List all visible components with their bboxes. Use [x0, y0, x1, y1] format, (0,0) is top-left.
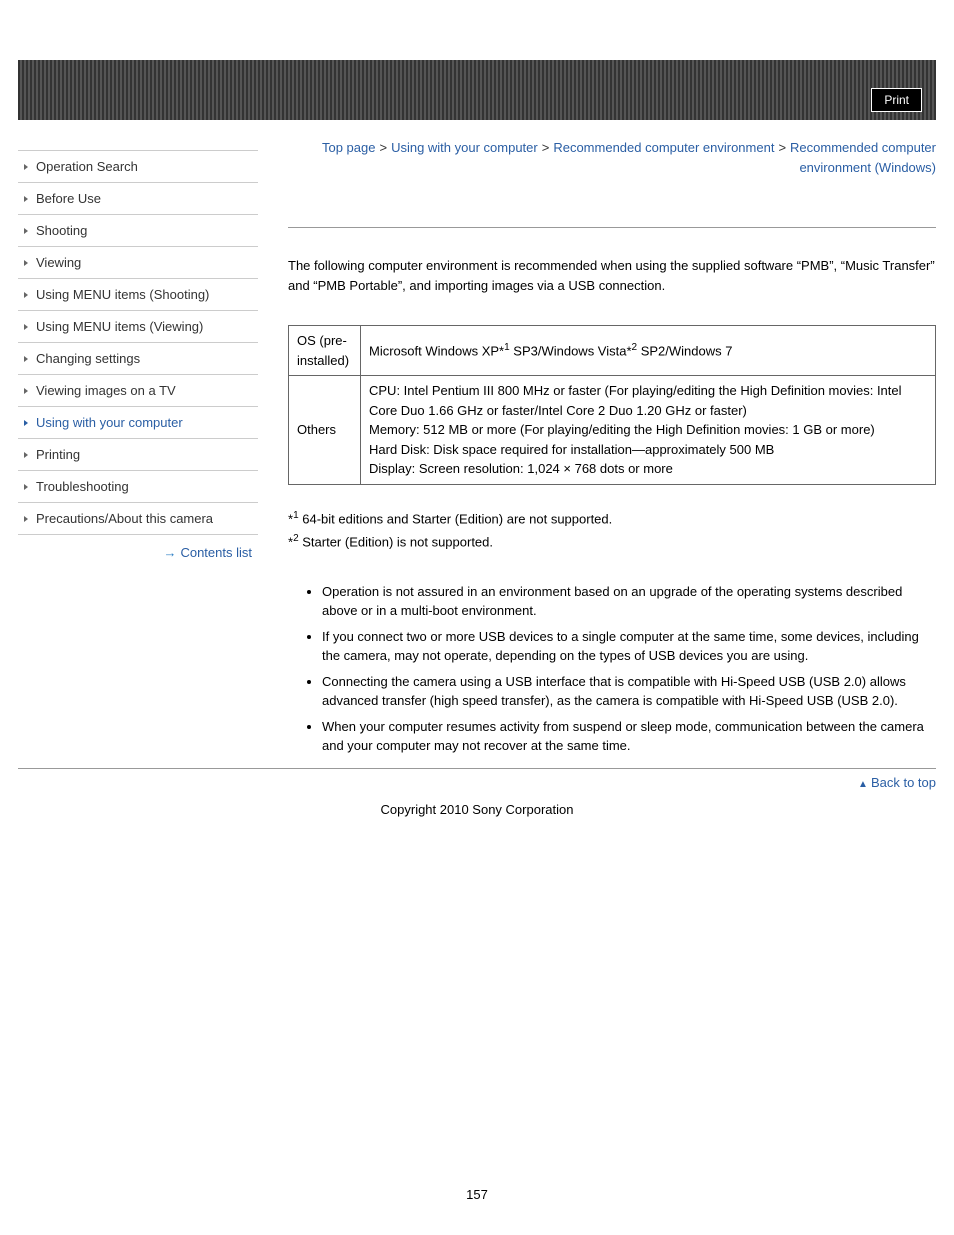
list-item: Connecting the camera using a USB interf… — [322, 672, 936, 711]
breadcrumb-sep: > — [375, 140, 391, 155]
table-row: Others CPU: Intel Pentium III 800 MHz or… — [289, 376, 936, 485]
requirements-table: OS (pre-installed) Microsoft Windows XP*… — [288, 325, 936, 485]
notes-list: Operation is not assured in an environme… — [322, 582, 936, 756]
sidebar-item-menu-viewing[interactable]: Using MENU items (Viewing) — [18, 311, 258, 343]
header-band: Print — [18, 60, 936, 120]
list-item: When your computer resumes activity from… — [322, 717, 936, 756]
os-label: OS (pre-installed) — [289, 326, 361, 376]
mem-req: Memory: 512 MB or more (For playing/edit… — [369, 420, 927, 440]
footnotes: *1 64-bit editions and Starter (Edition)… — [288, 507, 936, 554]
sidebar-item-precautions[interactable]: Precautions/About this camera — [18, 503, 258, 535]
sidebar: Operation Search Before Use Shooting Vie… — [18, 150, 258, 560]
sidebar-item-viewing[interactable]: Viewing — [18, 247, 258, 279]
sidebar-item-using-computer[interactable]: Using with your computer — [18, 407, 258, 439]
breadcrumb-sep: > — [774, 140, 790, 155]
disp-req: Display: Screen resolution: 1,024 × 768 … — [369, 459, 927, 479]
back-to-top-link[interactable]: Back to top — [18, 768, 936, 796]
sidebar-item-changing-settings[interactable]: Changing settings — [18, 343, 258, 375]
os-part1: Microsoft Windows XP* — [369, 343, 504, 358]
sidebar-item-operation-search[interactable]: Operation Search — [18, 151, 258, 183]
contents-list-link[interactable]: Contents list — [18, 535, 258, 560]
breadcrumb-top[interactable]: Top page — [322, 140, 376, 155]
sidebar-item-viewing-tv[interactable]: Viewing images on a TV — [18, 375, 258, 407]
others-value: CPU: Intel Pentium III 800 MHz or faster… — [361, 376, 936, 485]
sidebar-item-shooting[interactable]: Shooting — [18, 215, 258, 247]
breadcrumb-recommended-env[interactable]: Recommended computer environment — [553, 140, 774, 155]
hdd-req: Hard Disk: Disk space required for insta… — [369, 440, 927, 460]
others-label: Others — [289, 376, 361, 485]
breadcrumb: Top page>Using with your computer>Recomm… — [288, 138, 936, 177]
list-item: Operation is not assured in an environme… — [322, 582, 936, 621]
table-row: OS (pre-installed) Microsoft Windows XP*… — [289, 326, 936, 376]
list-item: If you connect two or more USB devices t… — [322, 627, 936, 666]
main-content: Top page>Using with your computer>Recomm… — [288, 120, 936, 768]
breadcrumb-using-computer[interactable]: Using with your computer — [391, 140, 538, 155]
fn2-text: Starter (Edition) is not supported. — [299, 535, 493, 550]
fn1-text: 64-bit editions and Starter (Edition) ar… — [299, 511, 613, 526]
breadcrumb-sep: > — [538, 140, 554, 155]
print-button[interactable]: Print — [871, 88, 922, 112]
sidebar-item-before-use[interactable]: Before Use — [18, 183, 258, 215]
copyright: Copyright 2010 Sony Corporation — [0, 796, 954, 857]
divider — [288, 227, 936, 228]
intro-text: The following computer environment is re… — [288, 256, 936, 295]
cpu-req: CPU: Intel Pentium III 800 MHz or faster… — [369, 381, 927, 420]
sidebar-item-printing[interactable]: Printing — [18, 439, 258, 471]
sidebar-item-troubleshooting[interactable]: Troubleshooting — [18, 471, 258, 503]
page-number: 157 — [0, 857, 954, 1222]
os-value: Microsoft Windows XP*1 SP3/Windows Vista… — [361, 326, 936, 376]
os-part3: SP2/Windows 7 — [637, 343, 732, 358]
breadcrumb-current[interactable]: Recommended computer environment (Window… — [790, 140, 936, 175]
os-part2: SP3/Windows Vista* — [510, 343, 632, 358]
sidebar-item-menu-shooting[interactable]: Using MENU items (Shooting) — [18, 279, 258, 311]
